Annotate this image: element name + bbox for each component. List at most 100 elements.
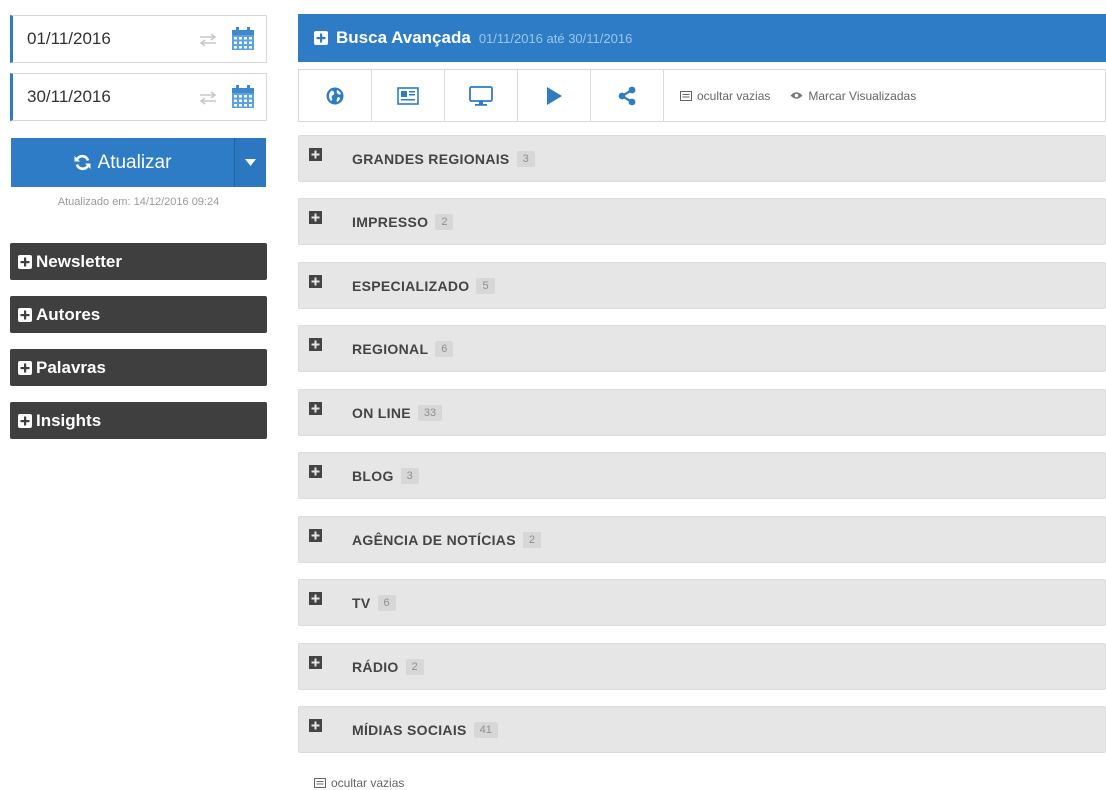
category-label: GRANDES REGIONAIS xyxy=(352,150,510,167)
media-toolbar: ocultar vazias Marcar Visualizadas xyxy=(298,69,1106,122)
category-count-badge: 33 xyxy=(417,404,443,421)
category-count-badge: 5 xyxy=(476,277,495,294)
panel-label: Insights xyxy=(36,410,102,430)
refresh-button-group: Atualizar xyxy=(11,138,266,187)
list-icon xyxy=(314,778,326,788)
plus-square-icon xyxy=(314,31,328,45)
advanced-search-bar[interactable]: Busca Avançada 01/11/2016 até 30/11/2016 xyxy=(298,14,1106,62)
category-label-wrap: ESPECIALIZADO 5 xyxy=(352,263,495,308)
plus-square-icon xyxy=(309,719,322,732)
refresh-dropdown-toggle[interactable] xyxy=(235,138,266,187)
panel-palavras[interactable]: Palavras xyxy=(10,349,267,386)
category-label-wrap: AGÊNCIA DE NOTÍCIAS 2 xyxy=(352,517,541,562)
category-label-wrap: TV 6 xyxy=(352,580,396,625)
panel-label: Newsletter xyxy=(36,251,122,271)
category-row[interactable]: ESPECIALIZADO 5 xyxy=(298,262,1106,309)
category-label: TV xyxy=(352,594,371,611)
category-label-wrap: ON LINE 33 xyxy=(352,390,443,435)
eye-icon xyxy=(790,92,803,99)
category-count-badge: 2 xyxy=(405,658,424,675)
category-row[interactable]: REGIONAL 6 xyxy=(298,325,1106,372)
category-count-badge: 3 xyxy=(516,150,535,167)
category-count-badge: 3 xyxy=(400,467,419,484)
category-label-wrap: GRANDES REGIONAIS 3 xyxy=(352,136,535,181)
calendar-icon[interactable] xyxy=(231,27,255,51)
category-label: MÍDIAS SOCIAIS xyxy=(352,721,467,738)
plus-square-icon xyxy=(18,254,32,269)
globe-icon xyxy=(326,87,344,104)
plus-square-icon xyxy=(18,307,32,322)
newspaper-icon xyxy=(397,86,419,105)
category-count-badge: 2 xyxy=(435,213,454,230)
monitor-icon xyxy=(469,85,493,106)
search-date-range: 01/11/2016 até 30/11/2016 xyxy=(478,30,633,46)
category-label-wrap: MÍDIAS SOCIAIS 41 xyxy=(352,707,498,752)
list-icon xyxy=(680,90,692,101)
category-label: BLOG xyxy=(352,467,394,484)
mark-viewed-label: Marcar Visualizadas xyxy=(808,88,917,103)
category-row[interactable]: TV 6 xyxy=(298,579,1106,626)
category-label: REGIONAL xyxy=(352,340,429,357)
category-label: ON LINE xyxy=(352,404,411,421)
play-icon xyxy=(547,86,562,105)
panel-label: Palavras xyxy=(36,357,106,377)
panel-label: Autores xyxy=(36,304,101,324)
category-row[interactable]: AGÊNCIA DE NOTÍCIAS 2 xyxy=(298,516,1106,563)
panel-newsletter[interactable]: Newsletter xyxy=(10,243,267,280)
filter-tv-button[interactable] xyxy=(445,70,518,121)
category-row[interactable]: ON LINE 33 xyxy=(298,389,1106,436)
refresh-icon xyxy=(74,154,91,171)
category-label-wrap: REGIONAL 6 xyxy=(352,326,454,371)
last-updated-text: Atualizado em: 14/12/2016 09:24 xyxy=(57,196,220,208)
start-date-input[interactable] xyxy=(27,16,187,62)
end-date-field[interactable] xyxy=(10,73,267,121)
end-date-input[interactable] xyxy=(27,74,187,120)
advanced-search-title: Busca Avançada xyxy=(336,28,471,47)
category-count-badge: 2 xyxy=(522,531,541,548)
category-row[interactable]: IMPRESSO 2 xyxy=(298,198,1106,245)
category-label: ESPECIALIZADO xyxy=(352,277,470,294)
plus-square-icon xyxy=(18,413,32,428)
plus-square-icon xyxy=(309,592,322,605)
plus-square-icon xyxy=(309,465,322,478)
plus-square-icon xyxy=(309,211,322,224)
category-label-wrap: IMPRESSO 2 xyxy=(352,199,454,244)
calendar-icon[interactable] xyxy=(231,85,255,109)
category-label: IMPRESSO xyxy=(352,213,429,230)
category-count-badge: 6 xyxy=(377,594,396,611)
plus-square-icon xyxy=(309,656,322,669)
panel-insights[interactable]: Insights xyxy=(10,402,267,439)
plus-square-icon xyxy=(309,338,322,351)
filter-video-button[interactable] xyxy=(518,70,591,121)
category-row[interactable]: GRANDES REGIONAIS 3 xyxy=(298,135,1106,182)
hide-empty-link[interactable]: ocultar vazias xyxy=(680,89,770,103)
filter-social-button[interactable] xyxy=(591,70,664,121)
category-label-wrap: BLOG 3 xyxy=(352,453,419,498)
category-label: AGÊNCIA DE NOTÍCIAS xyxy=(352,531,516,548)
plus-square-icon xyxy=(309,148,322,161)
plus-square-icon xyxy=(18,360,32,375)
category-row[interactable]: RÁDIO 2 xyxy=(298,643,1106,690)
caret-down-icon xyxy=(245,159,256,166)
share-icon xyxy=(618,86,636,105)
start-date-field[interactable] xyxy=(10,15,267,63)
mark-viewed-link[interactable]: Marcar Visualizadas xyxy=(790,89,916,103)
hide-empty-label: ocultar vazias xyxy=(697,88,771,103)
filter-web-button[interactable] xyxy=(299,70,372,121)
panel-autores[interactable]: Autores xyxy=(10,296,267,333)
swap-icon[interactable] xyxy=(199,33,217,47)
plus-square-icon xyxy=(309,529,322,542)
filter-print-button[interactable] xyxy=(372,70,445,121)
category-row[interactable]: MÍDIAS SOCIAIS 41 xyxy=(298,706,1106,753)
plus-square-icon xyxy=(309,402,322,415)
refresh-button[interactable]: Atualizar xyxy=(11,138,235,187)
hide-empty-label: ocultar vazias xyxy=(331,776,405,790)
category-label: RÁDIO xyxy=(352,658,399,675)
swap-icon[interactable] xyxy=(199,91,217,105)
category-count-badge: 6 xyxy=(435,340,454,357)
category-label-wrap: RÁDIO 2 xyxy=(352,644,424,689)
plus-square-icon xyxy=(309,275,322,288)
category-count-badge: 41 xyxy=(473,721,498,738)
category-row[interactable]: BLOG 3 xyxy=(298,452,1106,499)
hide-empty-bottom-link[interactable]: ocultar vazias xyxy=(314,776,404,790)
